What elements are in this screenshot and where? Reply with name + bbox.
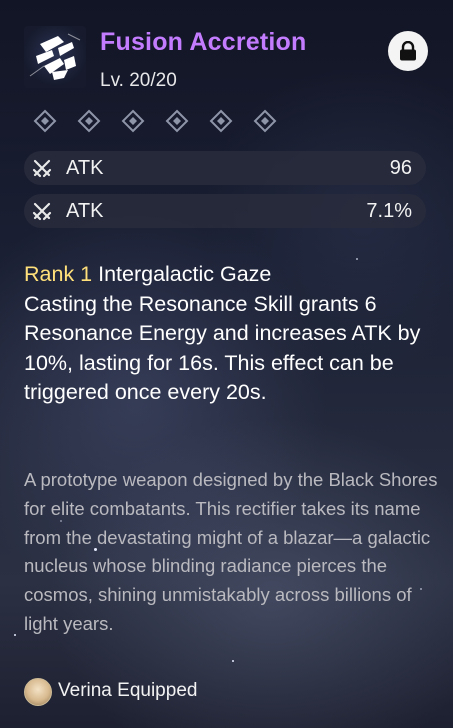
rank-label: Rank 1 bbox=[24, 262, 93, 286]
stat-value: 96 bbox=[389, 157, 412, 179]
lock-icon bbox=[400, 41, 416, 61]
passive-description: Casting the Resonance Skill grants 6 Res… bbox=[24, 291, 421, 405]
weapon-rectifier-icon bbox=[24, 26, 86, 88]
stat-name: ATK bbox=[66, 157, 104, 179]
crossed-swords-icon bbox=[32, 159, 52, 178]
stat-value: 7.1% bbox=[366, 200, 412, 222]
rank-diamond-icon bbox=[121, 109, 145, 133]
stat-name: ATK bbox=[66, 200, 104, 222]
equipped-text: Verina Equipped bbox=[58, 680, 198, 701]
crossed-swords-icon bbox=[32, 202, 52, 221]
weapon-lore: A prototype weapon designed by the Black… bbox=[24, 469, 438, 634]
weapon-name: Fusion Accretion bbox=[100, 28, 307, 56]
lock-button[interactable] bbox=[388, 31, 428, 71]
weapon-detail-card: Fusion Accretion Lv. 20/20 ATK 96 ATK 7.… bbox=[0, 0, 453, 728]
rank-indicator bbox=[32, 108, 292, 134]
rank-diamond-icon bbox=[253, 109, 277, 133]
rank-diamond-icon bbox=[209, 109, 233, 133]
stat-row-atk-percent: ATK 7.1% bbox=[24, 194, 426, 228]
stat-row-base-atk: ATK 96 bbox=[24, 151, 426, 185]
rank-diamond-icon bbox=[77, 109, 101, 133]
background-star bbox=[14, 634, 16, 636]
weapon-level: Lv. 20/20 bbox=[100, 70, 177, 91]
passive-effect: Rank 1 Intergalactic Gaze Casting the Re… bbox=[24, 260, 434, 408]
background-star bbox=[232, 660, 234, 662]
rank-diamond-icon bbox=[165, 109, 189, 133]
rank-diamond-icon bbox=[33, 109, 57, 133]
verina-avatar bbox=[24, 678, 52, 706]
passive-title: Intergalactic Gaze bbox=[92, 262, 272, 286]
